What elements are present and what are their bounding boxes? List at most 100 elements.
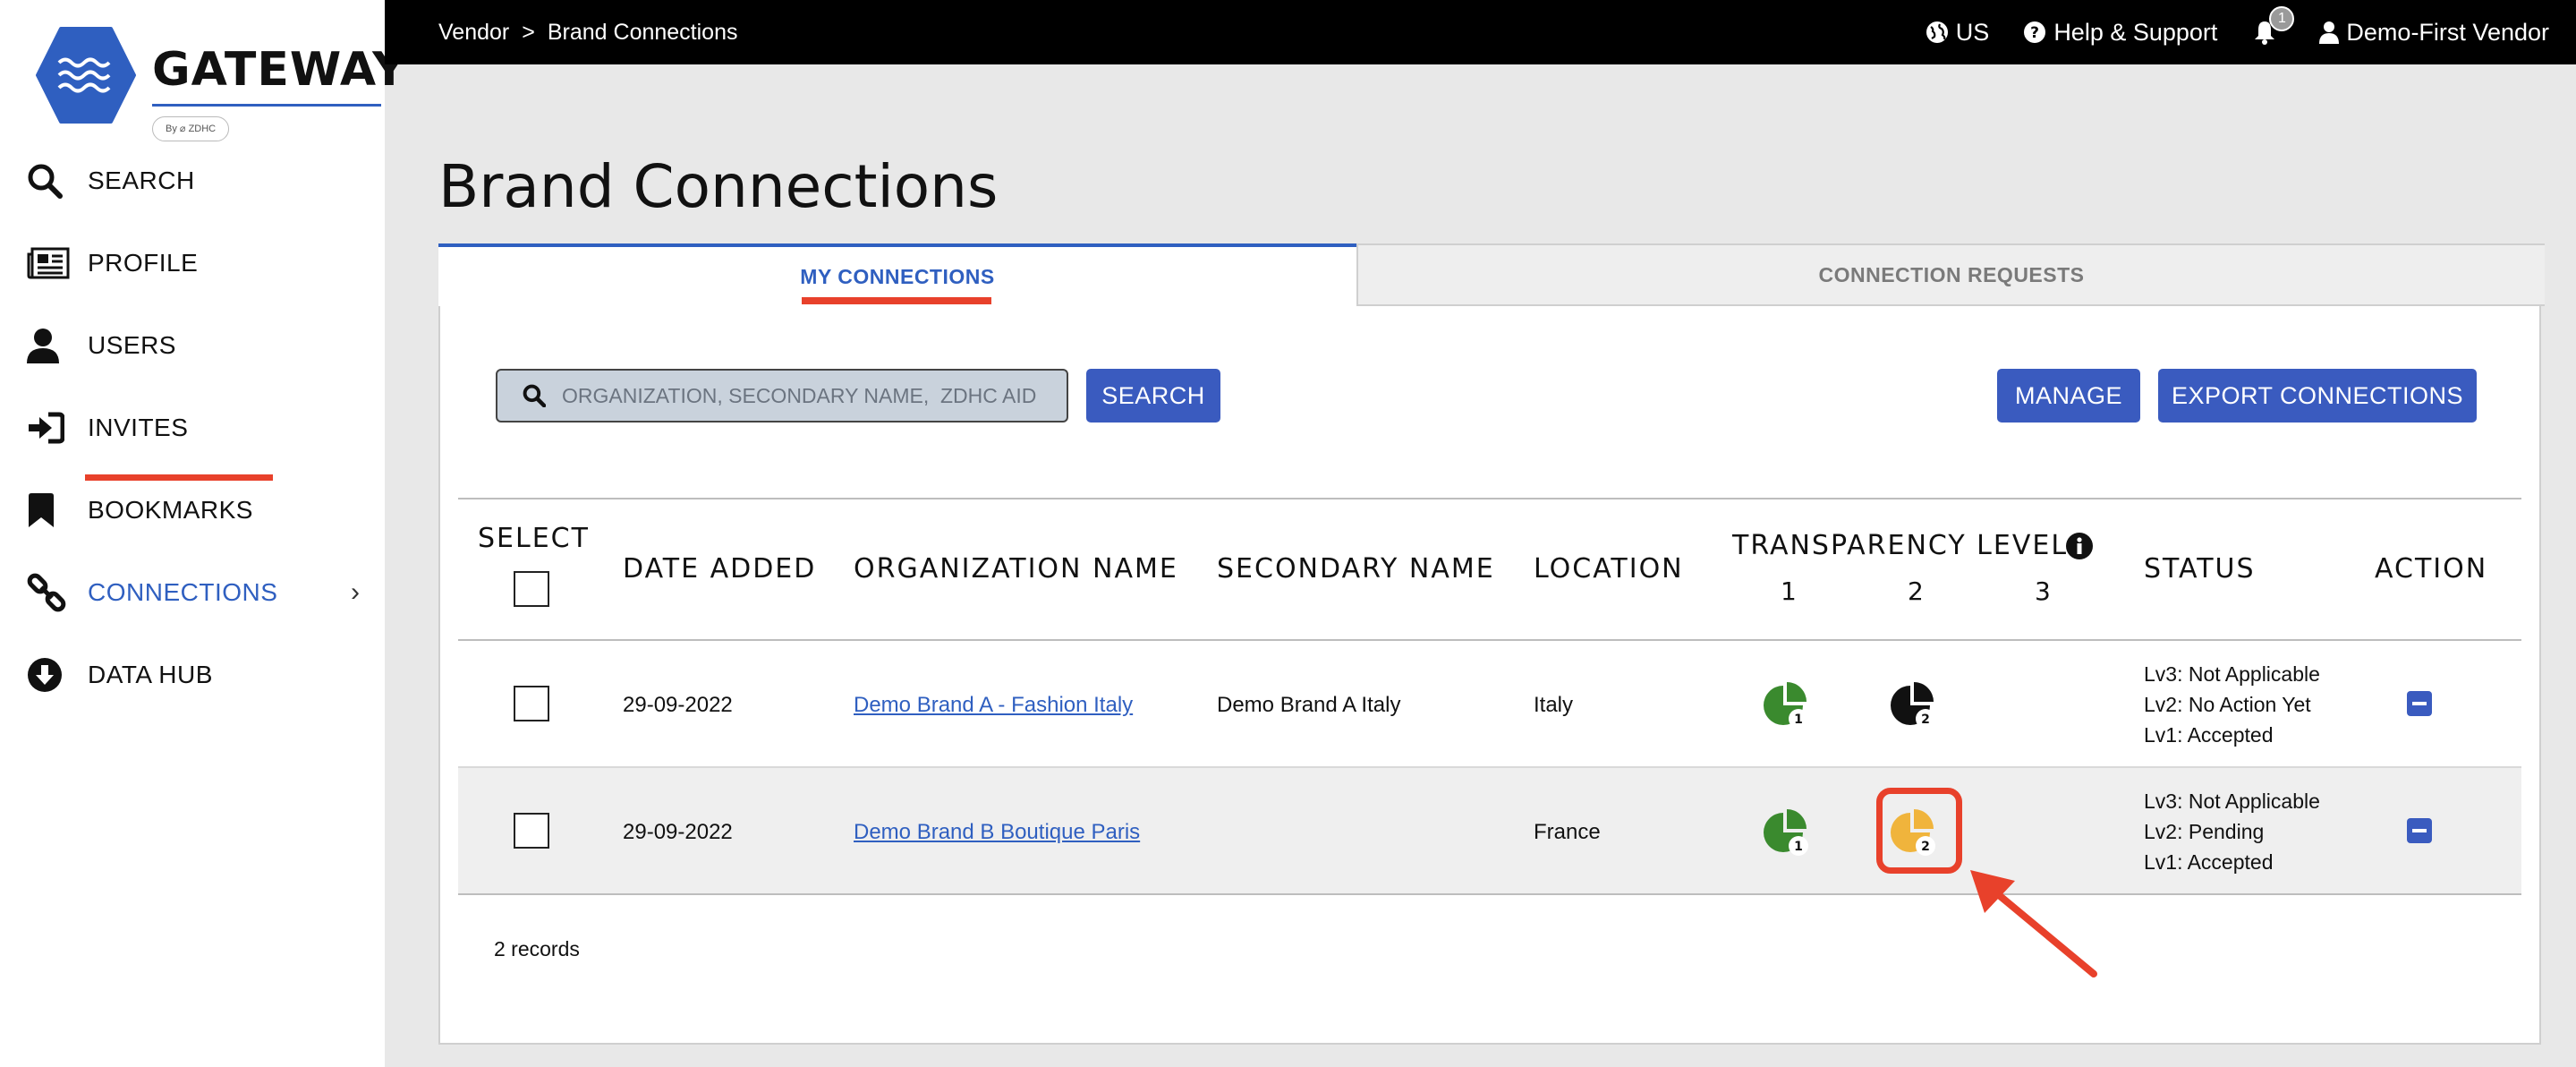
level-2-pie-label: 2 bbox=[1921, 713, 1930, 727]
highlight-annotation-box bbox=[1876, 788, 1962, 874]
status-lv2: Lv2: No Action Yet bbox=[2144, 693, 2311, 716]
level-1-pie-label: 1 bbox=[1794, 713, 1803, 727]
sidebar-item-invites[interactable]: INVITES bbox=[0, 387, 385, 469]
header-select: SELECT bbox=[478, 523, 590, 554]
sidebar-item-data-hub[interactable]: DATA HUB bbox=[0, 634, 385, 716]
select-all-checkbox[interactable] bbox=[514, 571, 549, 607]
download-circle-icon bbox=[27, 655, 70, 695]
link-icon bbox=[27, 573, 70, 612]
search-field[interactable] bbox=[496, 369, 1068, 423]
header-secondary-name: SECONDARY NAME bbox=[1217, 553, 1495, 585]
newspaper-icon bbox=[27, 243, 70, 283]
user-icon bbox=[2319, 21, 2340, 44]
header-status: STATUS bbox=[2144, 553, 2256, 585]
sidebar-item-search[interactable]: SEARCH bbox=[0, 140, 385, 222]
row-status: Lv3: Not Applicable Lv2: No Action Yet L… bbox=[2144, 659, 2320, 750]
breadcrumb-current: Brand Connections bbox=[547, 19, 738, 45]
globe-icon bbox=[1926, 21, 1948, 43]
export-connections-button[interactable]: EXPORT CONNECTIONS bbox=[2158, 369, 2477, 423]
row-date-added: 29-09-2022 bbox=[623, 820, 733, 844]
status-lv1: Lv1: Accepted bbox=[2144, 850, 2274, 874]
page-title: Brand Connections bbox=[438, 152, 999, 221]
header-organization-name: ORGANIZATION NAME bbox=[854, 553, 1178, 585]
sidebar-item-label: SEARCH bbox=[88, 166, 195, 194]
language-label: US bbox=[1955, 18, 1990, 46]
row-select-checkbox[interactable] bbox=[514, 686, 549, 721]
status-lv3: Lv3: Not Applicable bbox=[2144, 662, 2320, 686]
search-button[interactable]: SEARCH bbox=[1086, 369, 1220, 423]
header-date-added: DATE ADDED bbox=[623, 553, 817, 585]
level-1-pie-label: 1 bbox=[1794, 840, 1803, 854]
header-level-1: 1 bbox=[1781, 576, 1797, 606]
search-input[interactable] bbox=[562, 383, 1063, 408]
row-select-checkbox[interactable] bbox=[514, 813, 549, 849]
breadcrumb-vendor[interactable]: Vendor bbox=[438, 20, 509, 46]
sidebar-item-label: CONNECTIONS bbox=[88, 578, 278, 606]
breadcrumb-separator: > bbox=[522, 19, 535, 45]
sidebar-item-profile[interactable]: PROFILE bbox=[0, 222, 385, 304]
sidebar-item-label: USERS bbox=[88, 331, 176, 359]
top-right-menu: US ? Help & Support 1 Demo-First Vendor bbox=[1892, 0, 2549, 64]
help-support-link[interactable]: ? Help & Support bbox=[2023, 19, 2217, 47]
header-transparency-level: TRANSPARENCY LEVEL bbox=[1732, 530, 2069, 561]
table-header: SELECT DATE ADDED ORGANIZATION NAME SECO… bbox=[458, 498, 2521, 641]
records-count: 2 records bbox=[494, 937, 580, 960]
header-level-2: 2 bbox=[1908, 576, 1924, 606]
sidebar-item-label: BOOKMARKS bbox=[88, 496, 253, 524]
sign-in-icon bbox=[27, 408, 70, 448]
remove-connection-button[interactable] bbox=[2407, 691, 2432, 716]
row-organization-name: Demo Brand A - Fashion Italy bbox=[854, 693, 1133, 718]
user-name: Demo-First Vendor bbox=[2346, 18, 2549, 46]
status-lv1: Lv1: Accepted bbox=[2144, 723, 2274, 747]
sidebar-nav: SEARCH PROFILE USERS INVITES BOOKMARKS C… bbox=[0, 140, 385, 716]
sidebar: GATEWAY By ⌀ ZDHC SEARCH PROFILE USERS I… bbox=[0, 0, 406, 1067]
notification-count-badge: 1 bbox=[2269, 6, 2295, 31]
info-icon[interactable] bbox=[2065, 532, 2094, 560]
top-bar: Vendor > Brand Connections US ? Help & S… bbox=[385, 0, 2576, 64]
sidebar-item-label: PROFILE bbox=[88, 249, 199, 277]
organization-link[interactable]: Demo Brand A - Fashion Italy bbox=[854, 693, 1133, 717]
logo-underline bbox=[152, 104, 381, 107]
svg-text:?: ? bbox=[2030, 24, 2039, 42]
user-icon bbox=[27, 326, 70, 365]
help-circle-icon: ? bbox=[2024, 21, 2046, 43]
row-location: Italy bbox=[1534, 693, 1574, 717]
connections-table: SELECT DATE ADDED ORGANIZATION NAME SECO… bbox=[458, 498, 2521, 895]
sidebar-item-label: INVITES bbox=[88, 414, 189, 441]
row-status: Lv3: Not Applicable Lv2: Pending Lv1: Ac… bbox=[2144, 786, 2320, 877]
logo-zdhc-badge: By ⌀ ZDHC bbox=[152, 116, 230, 141]
level-2-pie-icon[interactable]: 2 bbox=[1886, 680, 1940, 734]
remove-connection-button[interactable] bbox=[2407, 818, 2432, 843]
chevron-right-icon[interactable]: › bbox=[351, 577, 360, 608]
connections-card: MY CONNECTIONS CONNECTION REQUESTS SEARC… bbox=[438, 243, 2545, 1045]
row-location: France bbox=[1534, 820, 1601, 844]
annotation-arrow-icon bbox=[1970, 870, 2097, 977]
language-selector[interactable]: US bbox=[1926, 18, 1990, 47]
header-level-3: 3 bbox=[2035, 576, 2051, 606]
manage-button[interactable]: MANAGE bbox=[1997, 369, 2140, 423]
notifications-button[interactable]: 1 bbox=[2251, 6, 2295, 46]
tab-connection-requests[interactable]: CONNECTION REQUESTS bbox=[1356, 243, 2545, 306]
breadcrumb: Vendor > Brand Connections bbox=[438, 0, 738, 64]
status-lv2: Lv2: Pending bbox=[2144, 820, 2265, 843]
header-action: ACTION bbox=[2375, 553, 2488, 585]
row-date-added: 29-09-2022 bbox=[623, 693, 733, 717]
organization-link[interactable]: Demo Brand B Boutique Paris bbox=[854, 820, 1140, 844]
header-location: LOCATION bbox=[1534, 553, 1684, 585]
row-organization-name: Demo Brand B Boutique Paris bbox=[854, 820, 1140, 845]
table-row: 29-09-2022 Demo Brand B Boutique Paris F… bbox=[458, 768, 2521, 895]
gateway-logo[interactable]: GATEWAY By ⌀ ZDHC bbox=[36, 27, 406, 141]
search-icon bbox=[27, 161, 70, 201]
sidebar-item-connections[interactable]: CONNECTIONS › bbox=[0, 551, 385, 634]
logo-wordmark: GATEWAY bbox=[152, 43, 407, 97]
sidebar-item-users[interactable]: USERS bbox=[0, 304, 385, 387]
level-1-pie-icon[interactable]: 1 bbox=[1759, 807, 1813, 861]
sidebar-item-bookmarks[interactable]: BOOKMARKS bbox=[0, 469, 385, 551]
row-secondary-name: Demo Brand A Italy bbox=[1217, 693, 1401, 717]
level-1-pie-icon[interactable]: 1 bbox=[1759, 680, 1813, 734]
sidebar-item-label: DATA HUB bbox=[88, 661, 213, 688]
search-icon bbox=[523, 384, 546, 407]
active-tab-underline bbox=[802, 297, 991, 304]
user-menu[interactable]: Demo-First Vendor bbox=[2319, 19, 2549, 47]
active-nav-underline bbox=[85, 474, 273, 481]
